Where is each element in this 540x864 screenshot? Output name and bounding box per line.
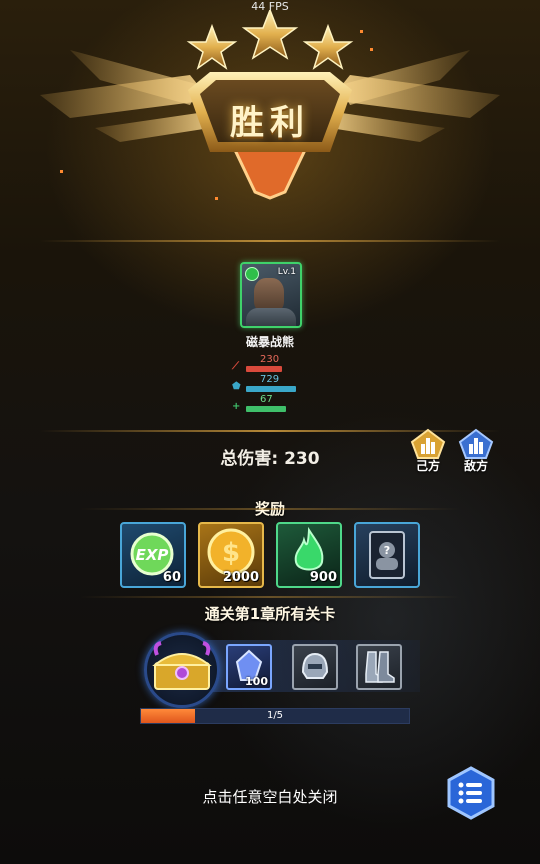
divider bbox=[80, 596, 460, 598]
reward-mystery[interactable]: ? bbox=[354, 522, 420, 588]
list-menu-icon bbox=[447, 766, 495, 820]
total-damage: 总伤害: 230 bbox=[220, 449, 320, 469]
helmet-icon bbox=[301, 652, 329, 679]
chapter-chest[interactable] bbox=[144, 632, 220, 708]
divider bbox=[40, 240, 500, 242]
chapter-item-crystal[interactable]: 100 bbox=[226, 644, 272, 690]
reward-exp[interactable]: EXP 60 bbox=[120, 522, 186, 588]
svg-text:EXP: EXP bbox=[136, 546, 169, 564]
victory-title: 胜利 bbox=[230, 103, 310, 143]
chapter-item-helmet[interactable] bbox=[292, 644, 338, 690]
chapter-item-boots[interactable] bbox=[356, 644, 402, 690]
item-amount: 100 bbox=[245, 675, 268, 688]
reward-amount: 2000 bbox=[222, 570, 259, 585]
damage-value: 230 bbox=[260, 354, 280, 365]
damage-bar bbox=[246, 366, 282, 372]
reward-essence[interactable]: 900 bbox=[276, 522, 342, 588]
hero-portrait[interactable]: Lv.1 bbox=[240, 262, 302, 328]
reward-amount: 60 bbox=[162, 570, 181, 585]
boots-icon bbox=[365, 651, 395, 683]
chapter-progress-bar: 1/5 bbox=[140, 708, 410, 724]
heal-icon: + bbox=[232, 401, 241, 412]
svg-text:$: $ bbox=[222, 538, 240, 568]
hero-face bbox=[254, 278, 284, 312]
our-side-button[interactable]: 己方 bbox=[408, 428, 448, 474]
defense-value: 729 bbox=[260, 374, 280, 385]
faction-icon bbox=[245, 267, 259, 281]
star-icon bbox=[241, 10, 299, 60]
hero-name: 磁暴战熊 bbox=[245, 335, 294, 349]
progress-text: 1/5 bbox=[266, 710, 284, 721]
blue-stats-icon bbox=[458, 428, 494, 459]
reward-amount: 900 bbox=[309, 570, 337, 585]
mystery-card-icon: ? bbox=[369, 531, 405, 579]
enemy-side-button[interactable]: 敌方 bbox=[456, 428, 496, 474]
enemy-side-label: 敌方 bbox=[463, 459, 488, 473]
heal-bar bbox=[246, 406, 286, 412]
divider bbox=[80, 508, 460, 510]
treasure-chest-icon bbox=[152, 641, 212, 690]
defense-bar bbox=[246, 386, 296, 392]
menu-button[interactable] bbox=[444, 766, 498, 820]
heal-value: 67 bbox=[260, 394, 273, 405]
star-icon bbox=[186, 23, 238, 70]
our-side-label: 己方 bbox=[415, 459, 440, 473]
close-hint: 点击任意空白处关闭 bbox=[202, 788, 338, 806]
hero-level: Lv.1 bbox=[277, 267, 296, 277]
star-icon bbox=[302, 23, 354, 70]
reward-gold[interactable]: $ 2000 bbox=[198, 522, 264, 588]
sword-icon: ⟋ bbox=[232, 361, 239, 372]
shield-icon: ⬟ bbox=[232, 381, 241, 392]
battle-result-screen[interactable]: 44 FPS 胜利 Lv.1 磁暴战熊 ⟋ 230 ⬟ 729 + 67 总伤害… bbox=[0, 0, 540, 864]
svg-text:?: ? bbox=[384, 544, 390, 557]
gold-stats-icon bbox=[410, 428, 446, 459]
hero-armor bbox=[246, 308, 296, 326]
chapter-label: 通关第1章所有关卡 bbox=[204, 605, 336, 623]
